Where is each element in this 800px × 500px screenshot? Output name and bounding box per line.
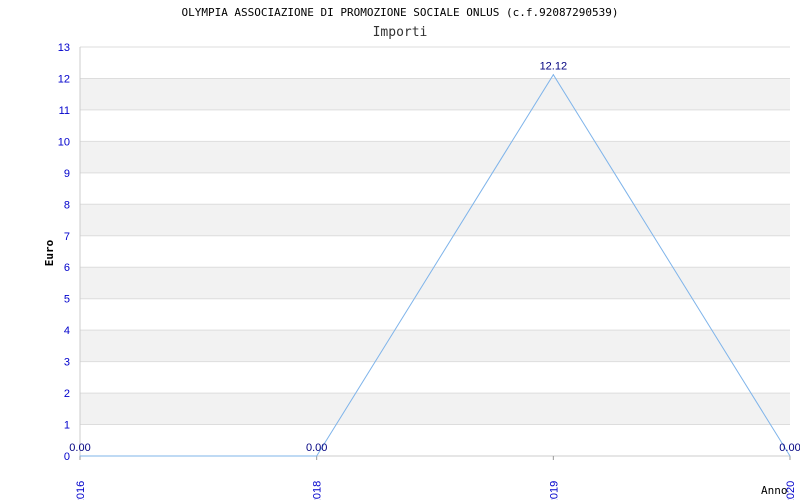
y-tick-label: 5 [64,294,70,306]
y-tick-label: 11 [59,105,70,117]
y-tick-label: 4 [64,325,70,337]
grid-band [80,330,790,362]
data-label: 0.00 [306,442,327,454]
y-tick-label: 13 [58,42,70,54]
data-point [316,455,318,457]
y-axis-label: Euro [43,239,56,266]
x-tick-label: 2016 [75,481,87,500]
line-chart: 012345678910111213 2016 2018 2019 2020 0.00… [43,42,800,500]
y-tick-label: 6 [64,262,70,274]
y-tick-label: 7 [64,231,70,243]
grid-band [80,204,790,236]
plot-bands [80,78,790,425]
y-tick-label: 12 [58,73,70,85]
y-tick-label: 1 [64,420,70,432]
x-tick-label: 2019 [548,481,560,500]
data-point [552,74,554,76]
x-tick-label: 2018 [312,481,324,500]
grid-band [80,393,790,425]
data-label: 12.12 [540,61,568,73]
y-tick-label: 3 [64,357,70,369]
data-label: 0.00 [69,442,90,454]
x-axis-label: Anno [761,484,788,497]
y-tick-label: 10 [58,136,70,148]
data-label: 0.00 [779,442,800,454]
y-tick-label: 8 [64,199,70,211]
data-point [79,455,81,457]
grid-band [80,267,790,299]
y-tick-label: 9 [64,168,70,180]
y-tick-labels: 012345678910111213 [58,42,70,463]
grid-band [80,141,790,173]
grid-band [80,78,790,110]
data-point [789,455,791,457]
x-tick-labels: 2016 2018 2019 2020 [75,481,797,500]
y-tick-label: 2 [64,388,70,400]
